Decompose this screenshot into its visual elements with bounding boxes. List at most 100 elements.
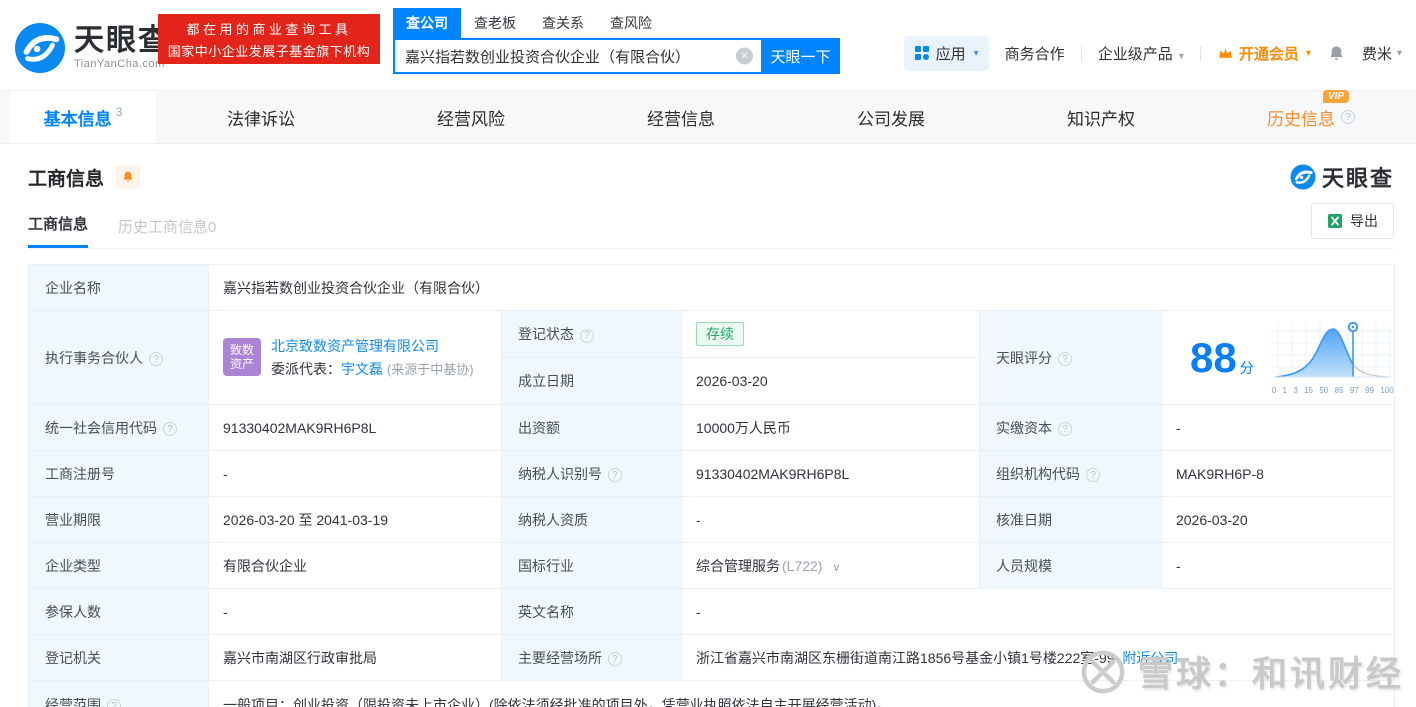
tianyancha-eye-icon bbox=[14, 22, 66, 74]
help-icon: ? bbox=[107, 699, 121, 707]
subscribe-bell-icon[interactable] bbox=[116, 165, 141, 189]
apps-menu-button[interactable]: 应用 ▾ bbox=[903, 35, 989, 71]
site-watermark: 雪球：和讯财经 bbox=[1080, 646, 1404, 697]
help-icon: ? bbox=[149, 352, 163, 366]
field-label-reg-status: 登记状态? bbox=[501, 310, 682, 358]
table-row: 统一社会信用代码? 91330402MAK9RH6P8L 出资额 10000万人… bbox=[28, 404, 1395, 451]
field-label-term: 营业期限 bbox=[28, 496, 209, 543]
table-row: 企业名称 嘉兴指若数创业投资合伙企业（有限合伙） bbox=[28, 264, 1395, 311]
field-label-paid-capital: 实缴资本? bbox=[979, 404, 1162, 451]
tab-badge-count: 3 bbox=[115, 105, 123, 119]
section-title: 工商信息 bbox=[28, 168, 105, 190]
chevron-down-icon: ▾ bbox=[1396, 47, 1402, 59]
field-label-authority: 登记机关 bbox=[28, 634, 209, 681]
field-value-company-type: 有限合伙企业 bbox=[208, 542, 502, 589]
chevron-down-icon: ▾ bbox=[1178, 50, 1184, 62]
table-row: 参保人数 - 英文名称 - bbox=[28, 588, 1395, 635]
search-button[interactable]: 天眼一下 bbox=[761, 38, 840, 74]
field-label-company-type: 企业类型 bbox=[28, 542, 209, 589]
help-icon: ? bbox=[163, 422, 177, 436]
watermark-text: 雪球：和讯财经 bbox=[1137, 655, 1404, 694]
section-header: 工商信息 天眼查 bbox=[28, 161, 1394, 193]
divider bbox=[1080, 45, 1082, 61]
field-label-staff-size: 人员规模 bbox=[979, 542, 1162, 589]
help-icon: ? bbox=[608, 652, 622, 666]
field-value-approval-date: 2026-03-20 bbox=[1161, 496, 1395, 543]
search-tab-boss[interactable]: 查老板 bbox=[461, 8, 529, 38]
chevron-down-icon: ∨ bbox=[832, 561, 841, 574]
export-button[interactable]: 导出 bbox=[1311, 203, 1394, 239]
field-label-approval-date: 核准日期 bbox=[979, 496, 1162, 543]
clear-search-icon[interactable]: × bbox=[736, 47, 753, 65]
field-value-score: 88 分 0 1 3 15 50 85 97 99 100 bbox=[1161, 310, 1395, 405]
field-value-name: 嘉兴指若数创业投资合伙企业（有限合伙） bbox=[208, 264, 1395, 311]
field-value-reg-status: 存续 bbox=[681, 310, 980, 358]
banner-line1: 都在用的商业查询工具 bbox=[186, 21, 352, 37]
field-value-executive-partner: 致数 资产 北京致数资产管理有限公司 委派代表：宇文磊 (来源于中基协) bbox=[208, 310, 502, 405]
apps-label: 应用 bbox=[935, 45, 966, 63]
tab-operation-risk[interactable]: 经营风险 bbox=[366, 91, 576, 143]
field-value-taxpayer-quality: - bbox=[681, 496, 980, 543]
field-label-uscc: 统一社会信用代码? bbox=[28, 404, 209, 451]
divider bbox=[1199, 45, 1201, 61]
search-tab-company[interactable]: 查公司 bbox=[393, 8, 461, 38]
tab-operation-info[interactable]: 经营信息 bbox=[576, 91, 786, 143]
tab-history-info[interactable]: 历史信息 VIP ? bbox=[1206, 89, 1416, 143]
excel-icon bbox=[1328, 214, 1342, 228]
logo-domain: TianYanCha.com bbox=[74, 58, 165, 70]
table-row: 企业类型 有限合伙企业 国标行业 综合管理服务 (L722) ∨ 人员规模 - bbox=[28, 542, 1395, 589]
vip-badge: VIP bbox=[1322, 89, 1349, 103]
help-icon: ? bbox=[1086, 468, 1100, 482]
table-row: 营业期限 2026-03-20 至 2041-03-19 纳税人资质 - 核准日… bbox=[28, 496, 1395, 543]
field-value-authority: 嘉兴市南湖区行政审批局 bbox=[208, 634, 502, 681]
nav-vip-membership[interactable]: 开通会员 ▾ bbox=[1217, 43, 1311, 64]
banner-line2: 国家中小企业发展子基金旗下机构 bbox=[167, 43, 371, 59]
field-value-taxpayer-id: 91330402MAK9RH6P8L bbox=[681, 450, 980, 497]
corner-logo-text: 天眼查 bbox=[1321, 166, 1394, 191]
field-label-executive-partner: 执行事务合伙人? bbox=[28, 310, 209, 405]
score-value: 88 分 bbox=[1190, 333, 1254, 381]
apps-grid-icon bbox=[914, 46, 929, 60]
field-value-reg-number: - bbox=[208, 450, 502, 497]
field-value-insured: - bbox=[208, 588, 502, 635]
field-value-industry[interactable]: 综合管理服务 (L722) ∨ bbox=[681, 542, 980, 589]
tianyancha-logo[interactable]: 天眼查 TianYanCha.com bbox=[14, 22, 170, 74]
help-icon: ? bbox=[1058, 352, 1072, 366]
delegate-name-link[interactable]: 宇文磊 bbox=[341, 361, 383, 377]
subtab-business-info[interactable]: 工商信息 bbox=[28, 213, 89, 248]
nav-user-menu[interactable]: 费米 ▾ bbox=[1362, 43, 1402, 64]
tianyancha-eye-icon bbox=[1290, 164, 1316, 190]
field-label-name: 企业名称 bbox=[28, 264, 209, 311]
table-row: 执行事务合伙人? 致数 资产 北京致数资产管理有限公司 委派代表：宇文磊 (来源于… bbox=[28, 310, 1395, 405]
tab-company-development[interactable]: 公司发展 bbox=[786, 91, 996, 143]
delegate-source-note: (来源于中基协) bbox=[386, 361, 474, 377]
score-axis-ticks: 0 1 3 15 50 85 97 99 100 bbox=[1271, 385, 1394, 395]
username: 费米 bbox=[1361, 45, 1392, 63]
nav-enterprise-products[interactable]: 企业级产品 ▾ bbox=[1098, 43, 1184, 64]
field-label-insured: 参保人数 bbox=[28, 588, 209, 635]
search-tab-relation[interactable]: 查关系 bbox=[529, 8, 597, 38]
help-icon: ? bbox=[580, 328, 594, 343]
field-label-taxpayer-id: 纳税人识别号? bbox=[501, 450, 682, 497]
help-icon: ? bbox=[608, 468, 622, 482]
field-label-scope: 经营范围? bbox=[28, 680, 209, 707]
xueqiu-snowball-icon bbox=[1081, 650, 1125, 693]
field-label-score: 天眼评分? bbox=[979, 310, 1162, 405]
promo-banner: 都在用的商业查询工具 国家中小企业发展子基金旗下机构 bbox=[158, 14, 380, 64]
field-label-org-code: 组织机构代码? bbox=[979, 450, 1162, 497]
tab-basic-info[interactable]: 基本信息 3 bbox=[10, 91, 156, 143]
tab-intellectual-property[interactable]: 知识产权 bbox=[996, 91, 1206, 143]
company-section-tabs: 基本信息 3 法律诉讼 经营风险 经营信息 公司发展 知识产权 历史信息 VIP… bbox=[0, 89, 1416, 144]
tab-legal-litigation[interactable]: 法律诉讼 bbox=[156, 91, 366, 143]
logo-text: 天眼查 bbox=[74, 24, 170, 57]
tianyancha-corner-logo: 天眼查 bbox=[1290, 161, 1394, 193]
nav-business-cooperation[interactable]: 商务合作 bbox=[1005, 43, 1065, 64]
search-tab-risk[interactable]: 查风险 bbox=[597, 8, 665, 38]
partner-company-link[interactable]: 北京致数资产管理有限公司 bbox=[271, 338, 439, 354]
field-value-est-date: 2026-03-20 bbox=[681, 357, 980, 405]
notification-bell-icon[interactable] bbox=[1327, 44, 1346, 63]
field-value-english-name: - bbox=[681, 588, 1395, 635]
subtab-history-business-info[interactable]: 历史工商信息0 bbox=[118, 216, 216, 248]
search-input[interactable] bbox=[395, 40, 761, 72]
status-badge: 存续 bbox=[696, 321, 744, 347]
